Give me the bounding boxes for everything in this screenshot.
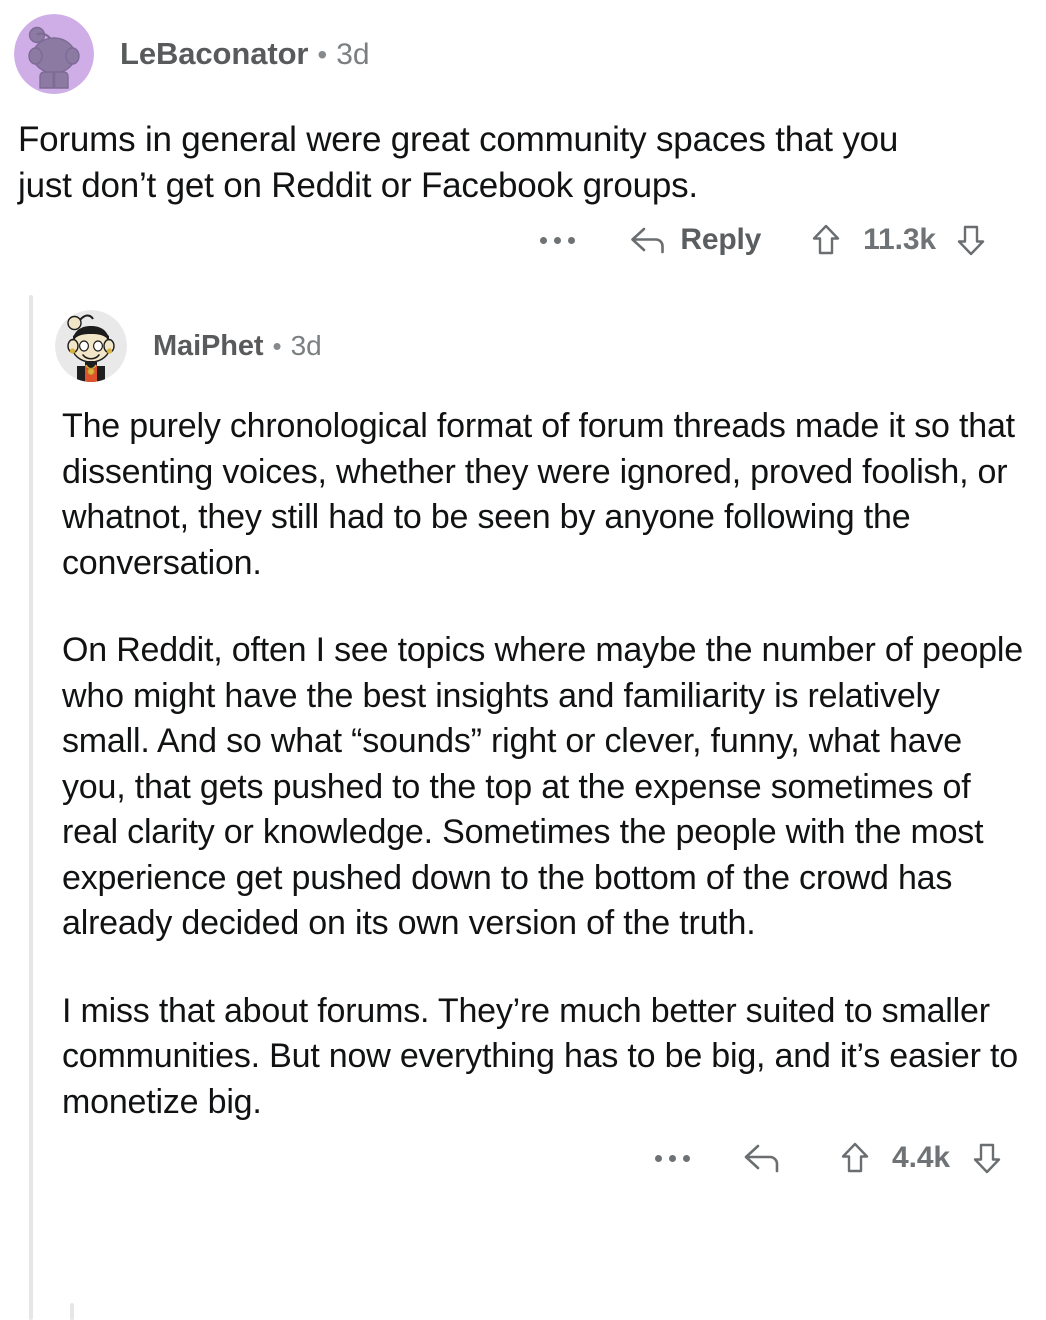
reddit-comment-thread: LeBaconator • 3d Forums in general were … (0, 0, 1046, 1320)
comment-author[interactable]: MaiPhet (153, 330, 264, 363)
kebab-icon (655, 1154, 662, 1162)
comment-action-bar: Reply 11.3k (0, 209, 1046, 257)
kebab-icon (568, 236, 576, 244)
reply-button[interactable] (742, 1141, 782, 1175)
comment-paragraph: The purely chronological format of forum… (62, 407, 1015, 582)
reply-arrow-icon (629, 224, 667, 256)
comment-body: The purely chronological format of forum… (0, 382, 1046, 1125)
vote-score: 4.4k (892, 1141, 950, 1174)
comment-nested-reply: MaiPhet • 3d The purely chronological fo… (0, 292, 1046, 1175)
upvote-arrow-icon (840, 1141, 870, 1175)
comment-header: LeBaconator • 3d (0, 0, 1046, 94)
overflow-menu-button[interactable] (540, 236, 576, 244)
overflow-menu-button[interactable] (655, 1154, 690, 1162)
upvote-button[interactable] (840, 1141, 870, 1175)
comment-meta: MaiPhet • 3d (153, 330, 322, 363)
downvote-arrow-icon (956, 223, 986, 257)
comment-header: MaiPhet • 3d (0, 292, 1046, 382)
comment-body: Forums in general were great community s… (0, 94, 1010, 209)
kebab-icon (683, 1154, 690, 1162)
vote-score: 11.3k (863, 223, 936, 256)
kebab-icon (669, 1154, 676, 1162)
comment-paragraph: On Reddit, often I see topics where mayb… (62, 631, 1023, 942)
meta-separator: • (317, 39, 328, 70)
downvote-button[interactable] (956, 223, 986, 257)
comment-author[interactable]: LeBaconator (120, 36, 308, 72)
reply-label: Reply (680, 223, 762, 256)
downvote-arrow-icon (972, 1141, 1002, 1175)
upvote-arrow-icon (811, 223, 841, 257)
meta-separator: • (272, 330, 282, 361)
kebab-icon (554, 236, 562, 244)
upvote-button[interactable] (811, 223, 841, 257)
thread-line-level-2[interactable] (70, 1303, 74, 1320)
avatar[interactable] (55, 310, 127, 382)
comment-top-level: LeBaconator • 3d Forums in general were … (0, 0, 1046, 257)
kebab-icon (540, 236, 548, 244)
comment-paragraph: Forums in general were great community s… (18, 120, 899, 205)
comment-meta: LeBaconator • 3d (120, 36, 370, 72)
reply-button[interactable]: Reply (629, 223, 761, 257)
downvote-button[interactable] (972, 1141, 1002, 1175)
reply-arrow-icon (742, 1141, 782, 1175)
comment-timestamp: 3d (336, 38, 370, 71)
comment-timestamp: 3d (290, 329, 322, 361)
comment-paragraph: I miss that about forums. They’re much b… (62, 991, 1018, 1121)
comment-action-bar: 4.4k (0, 1125, 1046, 1175)
avatar[interactable] (14, 14, 94, 94)
